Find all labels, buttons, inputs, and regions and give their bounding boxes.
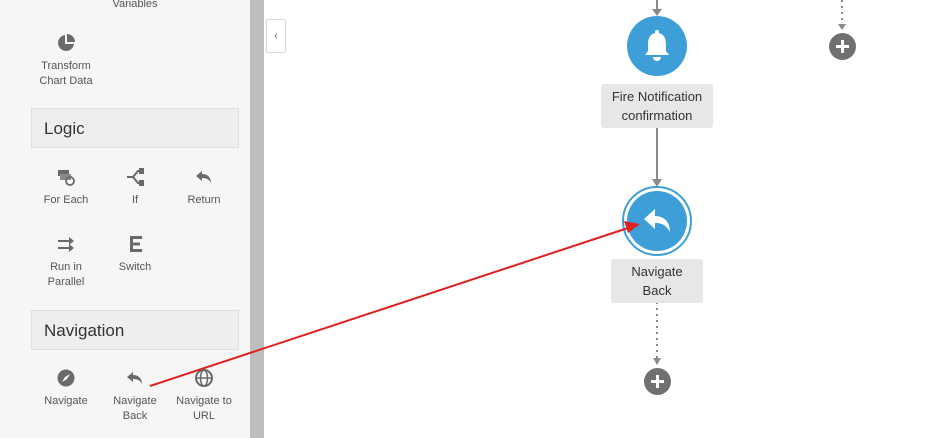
plus-icon [651,375,664,388]
navigate-back-node[interactable] [627,191,687,251]
palette-item-label: Return [187,194,221,206]
branch-icon [127,168,144,186]
switch-icon [130,236,142,252]
fire-notification-node[interactable] [627,16,687,76]
panel-splitter[interactable] [250,0,264,438]
plus-icon [836,40,849,53]
pie-chart-icon [58,34,75,51]
palette-item-variables[interactable]: Variables [100,0,170,12]
palette-item-label: Navigate to URL [176,395,232,422]
navigate-back-label[interactable]: Navigate Back [611,259,703,303]
return-arrow-icon [196,171,211,183]
compass-icon [57,369,75,387]
navigate-back-icon [127,372,142,384]
palette-item-return[interactable]: Return [169,167,239,208]
chevron-left-icon: ‹ [274,30,278,42]
fire-notification-label[interactable]: Fire Notification confirmation [601,84,713,128]
add-step-button[interactable] [829,33,856,60]
palette-item-label: Navigate [44,395,88,407]
palette-item-label: Switch [118,261,152,273]
palette-item-switch[interactable]: Switch [100,234,170,275]
category-navigation[interactable]: Navigation [31,310,239,350]
actions-palette: Variables Transform Chart Data Logic For… [0,0,250,438]
palette-item-label: Navigate Back [113,395,157,422]
palette-item-if[interactable]: If [100,167,170,208]
palette-item-navigate-to-url[interactable]: Navigate to URL [169,368,239,424]
parallel-arrows-icon [58,237,74,252]
category-title: Logic [44,119,85,138]
category-logic[interactable]: Logic [31,108,239,148]
palette-item-for-each[interactable]: For Each [31,167,101,208]
palette-item-run-in-parallel[interactable]: Run in Parallel [31,234,101,290]
node-label-text: Navigate Back [631,264,683,298]
palette-item-navigate-back[interactable]: Navigate Back [100,368,170,424]
palette-item-label: Run in Parallel [47,261,85,288]
palette-item-navigate[interactable]: Navigate [31,368,101,409]
bell-icon [645,30,669,61]
flow-canvas: ‹ Fire Notification confirmation Navigat… [265,0,945,438]
flow-connectors [652,0,846,365]
palette-item-label: Variables [112,0,158,10]
palette-item-label: Transform Chart Data [39,60,93,87]
globe-link-icon [195,369,213,387]
for-each-icon [58,170,75,186]
palette-item-label: If [131,194,139,206]
palette-item-transform-chart-data[interactable]: Transform Chart Data [31,33,101,89]
add-step-button[interactable] [644,368,671,395]
node-label-text: Fire Notification confirmation [611,89,703,123]
undo-arrow-icon [644,209,670,232]
category-title: Navigation [44,321,125,340]
collapse-panel-button[interactable]: ‹ [266,19,286,53]
palette-item-label: For Each [43,194,89,206]
